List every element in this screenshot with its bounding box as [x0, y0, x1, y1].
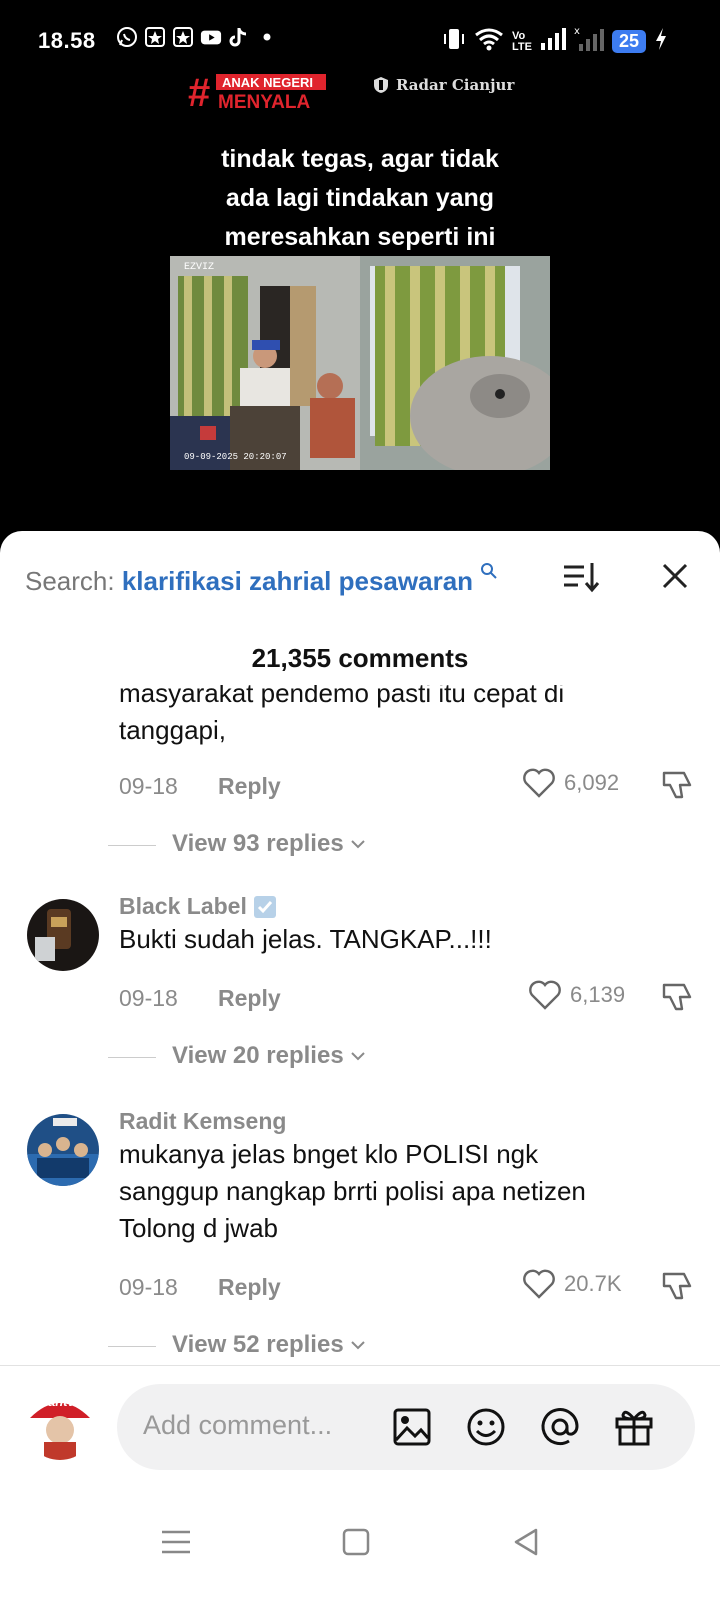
divider-line — [108, 1346, 156, 1347]
dot-icon — [256, 26, 278, 48]
charging-icon — [654, 27, 668, 56]
vibrate-icon — [442, 27, 466, 56]
svg-text:#: # — [188, 72, 210, 112]
search-query-link[interactable]: klarifikasi zahrial pesawaran — [122, 566, 473, 596]
caption-line: meresahkan seperti ini — [224, 223, 496, 251]
comment-username[interactable]: Black Label — [119, 893, 277, 920]
volte-icon: Vo LTE — [512, 29, 532, 53]
radar-cianjur-text: Radar Cianjur — [396, 76, 515, 94]
divider-line — [0, 1365, 720, 1366]
heart-icon — [523, 768, 555, 798]
signal-icon — [540, 27, 566, 56]
video-caption: tindak tegas, agar tidak ada lagi tindak… — [0, 140, 720, 257]
my-avatar-logo: antv — [48, 1394, 75, 1409]
divider-line — [108, 845, 156, 846]
comments-count: 21,355 comments — [251, 643, 469, 673]
gift-icon[interactable] — [613, 1406, 655, 1448]
avatar[interactable] — [27, 1114, 99, 1186]
view-replies-button[interactable]: View 93 replies — [172, 830, 366, 858]
whatsapp-icon — [116, 26, 138, 48]
heart-icon — [529, 980, 561, 1010]
comment-date: 09-18 — [119, 1274, 178, 1300]
reply-button[interactable]: Reply — [218, 985, 281, 1012]
like-button[interactable]: 20.7K — [522, 1268, 622, 1300]
battery-icon: 25 — [611, 30, 646, 53]
caption-line: ada lagi tindakan yang — [225, 184, 495, 212]
comment-text-line: mukanya jelas bnget klo POLISI ngk — [119, 1139, 539, 1169]
dislike-icon[interactable] — [660, 1268, 694, 1302]
sort-icon[interactable] — [562, 559, 602, 595]
comment-username[interactable]: Radit Kemseng — [119, 1108, 286, 1135]
heart-icon — [523, 1269, 555, 1299]
home-icon[interactable] — [338, 1524, 374, 1560]
comment-input[interactable]: Add comment... — [117, 1384, 695, 1470]
reply-button[interactable]: Reply — [218, 1274, 281, 1301]
verified-check-icon — [253, 895, 276, 918]
chevron-down-icon — [350, 840, 365, 849]
anak-negeri-menyala-logo: # ANAK NEGERI MENYALA — [188, 71, 334, 115]
search-icon[interactable] — [480, 556, 498, 586]
notification-icons — [116, 26, 278, 48]
radar-cianjur-logo: Radar Cianjur — [372, 76, 514, 94]
cctv-video-frame[interactable]: EZVIZ 09-09-2025 20:20:07 — [170, 256, 550, 470]
svg-text:ANAK NEGERI: ANAK NEGERI — [222, 75, 313, 90]
svg-text:x: x — [574, 26, 580, 37]
view-replies-label: View 93 replies — [172, 830, 344, 857]
username-label: Black Label — [119, 893, 247, 919]
like-button[interactable]: 6,092 — [522, 767, 619, 799]
wifi-icon — [474, 27, 504, 56]
status-time: 18.58 — [38, 28, 96, 53]
chevron-down-icon — [350, 1052, 365, 1061]
cctv-brand: EZVIZ — [184, 262, 215, 273]
divider-line — [108, 1057, 156, 1058]
close-icon[interactable] — [658, 559, 692, 593]
comment-input-placeholder: Add comment... — [143, 1410, 333, 1440]
shield-icon — [374, 77, 388, 93]
menu-icon[interactable] — [158, 1524, 194, 1560]
avatar[interactable] — [27, 899, 99, 971]
comment-text-line: Tolong d jwab — [119, 1213, 278, 1243]
comment-date: 09-18 — [119, 985, 178, 1011]
dislike-icon[interactable] — [660, 979, 694, 1013]
view-replies-label: View 20 replies — [172, 1042, 344, 1069]
my-avatar[interactable]: antv — [24, 1388, 96, 1460]
dislike-icon[interactable] — [660, 767, 694, 801]
caption-line: tindak tegas, agar tidak — [221, 145, 499, 173]
status-bar: 18.58 Vo LTE x 25 — [0, 0, 720, 80]
badge-icon — [144, 26, 166, 48]
comment-text-line: Bukti sudah jelas. TANGKAP...!!! — [119, 924, 492, 954]
like-count: 20.7K — [564, 1271, 622, 1296]
view-replies-button[interactable]: View 52 replies — [172, 1331, 366, 1359]
emoji-icon[interactable] — [465, 1406, 507, 1448]
comment-date: 09-18 — [119, 773, 178, 799]
back-icon[interactable] — [508, 1524, 544, 1560]
username-label: Radit Kemseng — [119, 1108, 287, 1134]
search-row[interactable]: Search: klarifikasi zahrial pesawaran — [25, 563, 498, 597]
comment-text-line: tanggapi, — [119, 715, 226, 745]
cctv-timestamp: 09-09-2025 20:20:07 — [184, 452, 287, 462]
badge-icon — [172, 26, 194, 48]
system-status-icons: Vo LTE x 25 — [442, 26, 668, 57]
search-label: Search: — [25, 566, 115, 596]
system-nav-bar — [0, 1500, 720, 1600]
comment-text-line: masyarakat pendemo pasti itu cepat di — [119, 685, 565, 708]
comment-text-line: sanggup nangkap brrti polisi apa netizen — [119, 1176, 586, 1206]
like-button[interactable]: 6,139 — [528, 979, 625, 1011]
view-replies-button[interactable]: View 20 replies — [172, 1042, 366, 1070]
chevron-down-icon — [350, 1341, 365, 1350]
mention-icon[interactable] — [539, 1406, 581, 1448]
image-icon[interactable] — [391, 1406, 433, 1448]
tiktok-icon — [228, 26, 250, 48]
like-count: 6,139 — [570, 982, 626, 1007]
like-count: 6,092 — [564, 770, 620, 795]
view-replies-label: View 52 replies — [172, 1331, 344, 1358]
youtube-icon — [200, 26, 222, 48]
svg-text:MENYALA: MENYALA — [218, 92, 310, 112]
reply-button[interactable]: Reply — [218, 773, 281, 800]
signal-icon: x — [574, 26, 604, 57]
